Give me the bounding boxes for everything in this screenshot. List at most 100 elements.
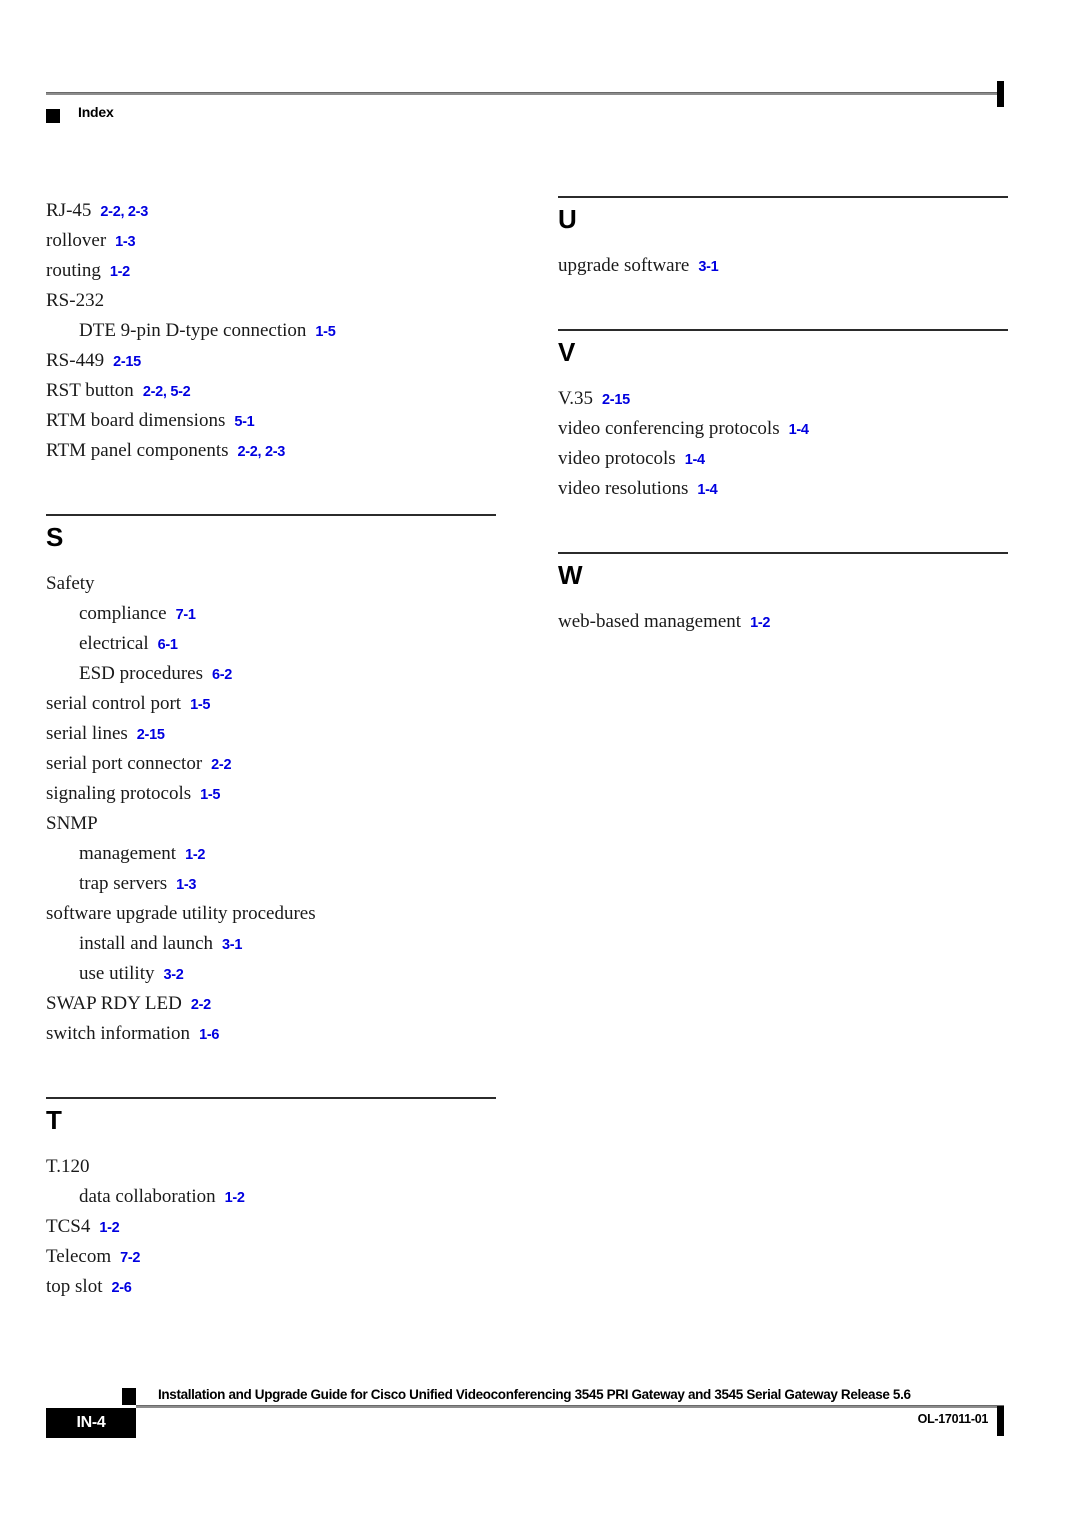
index-entry-page-link[interactable]: 2-2 <box>191 997 211 1013</box>
index-entry-term: TCS4 <box>46 1216 91 1237</box>
index-entry-term: trap servers <box>79 873 168 894</box>
index-entry-term: signaling protocols <box>46 783 192 804</box>
index-entry-term: SNMP <box>46 813 98 834</box>
index-entry-page-link[interactable]: 2-2 <box>211 757 231 773</box>
index-entry-page-link[interactable]: 1-5 <box>315 324 335 340</box>
index-column-right: Uupgrade software 3-1 V V.35 2-15 video confe… <box>558 196 1008 637</box>
index-entry-page-link[interactable]: 6-2 <box>212 667 232 683</box>
index-entry-term: RS-449 <box>46 350 105 371</box>
index-entry-list: RJ-45 2-2, 2-3 rollover 1-3 routing 1-2 RS-232… <box>46 196 496 466</box>
index-entry-page-link[interactable]: 1-6 <box>199 1027 219 1043</box>
index-entry-page-link[interactable]: 1-2 <box>750 615 770 631</box>
index-entry: web-based management 1-2 <box>558 607 1008 637</box>
index-entry-page-link[interactable]: 1-3 <box>176 877 196 893</box>
index-entry-term: management <box>79 843 177 864</box>
index-entry: install and launch 3-1 <box>46 929 496 959</box>
footer-square-bullet-icon <box>122 1388 136 1405</box>
index-entry-page-link[interactable]: 1-2 <box>99 1220 119 1236</box>
index-entry: V.35 2-15 <box>558 384 1008 414</box>
index-entry-term: compliance <box>79 603 167 624</box>
index-entry: RS-449 2-15 <box>46 346 496 376</box>
index-entry-page-link[interactable]: 1-5 <box>200 787 220 803</box>
index-entry: compliance 7-1 <box>46 599 496 629</box>
index-entry-page-link[interactable]: 1-4 <box>697 482 717 498</box>
index-entry-page-link[interactable]: 2-6 <box>111 1280 131 1296</box>
index-entry-term: SWAP RDY LED <box>46 993 182 1014</box>
index-section-u: Uupgrade software 3-1 <box>558 196 1008 281</box>
index-entry-term: data collaboration <box>79 1186 216 1207</box>
section-letter-heading: W <box>558 560 583 590</box>
index-entry-term: RS-232 <box>46 290 105 311</box>
index-entry-page-link[interactable]: 1-4 <box>685 452 705 468</box>
page-header: Index <box>46 81 1004 132</box>
index-entry-term: video resolutions <box>558 478 689 499</box>
index-entry-list: T.120 data collaboration 1-2 TCS4 1-2 Telecom… <box>46 1152 496 1302</box>
index-entry: video conferencing protocols 1-4 <box>558 414 1008 444</box>
index-entry: video protocols 1-4 <box>558 444 1008 474</box>
section-letter-heading: S <box>46 522 64 552</box>
section-divider-rule <box>46 514 496 516</box>
index-entry-page-link[interactable]: 2-2, 2-3 <box>100 204 148 220</box>
index-entry-page-link[interactable]: 1-2 <box>185 847 205 863</box>
index-entry-term: web-based management <box>558 611 742 632</box>
index-entry-page-link[interactable]: 1-4 <box>789 422 809 438</box>
index-entry-term: routing <box>46 260 101 281</box>
index-entry-page-link[interactable]: 2-2, 5-2 <box>143 384 191 400</box>
index-entry: video resolutions 1-4 <box>558 474 1008 504</box>
index-entry-page-link[interactable]: 3-1 <box>222 937 242 953</box>
index-entry-page-link[interactable]: 1-5 <box>190 697 210 713</box>
index-entry-page-link[interactable]: 2-15 <box>113 354 141 370</box>
section-divider-rule <box>558 196 1008 198</box>
index-entry: serial port connector 2-2 <box>46 749 496 779</box>
page-title: Index <box>78 104 114 120</box>
section-letter-heading: V <box>558 337 576 367</box>
index-section-s: S Safety compliance 7-1 electrical 6-1 ESD pro… <box>46 514 496 1049</box>
index-entry: trap servers 1-3 <box>46 869 496 899</box>
index-entry-term: rollover <box>46 230 107 251</box>
index-entry-page-link[interactable]: 2-15 <box>137 727 165 743</box>
index-entry-list: Safety compliance 7-1 electrical 6-1 ESD proc… <box>46 569 496 1049</box>
section-letter-heading: U <box>558 204 577 234</box>
index-entry: RST button 2-2, 5-2 <box>46 376 496 406</box>
index-entry-page-link[interactable]: 5-1 <box>234 414 254 430</box>
index-entry: signaling protocols 1-5 <box>46 779 496 809</box>
index-entry: management 1-2 <box>46 839 496 869</box>
section-divider-rule <box>558 552 1008 554</box>
index-entry-term: V.35 <box>558 388 594 409</box>
index-entry-term: electrical <box>79 633 149 654</box>
index-entry: serial lines 2-15 <box>46 719 496 749</box>
index-entry-page-link[interactable]: 2-15 <box>602 392 630 408</box>
index-entry: DTE 9-pin D-type connection 1-5 <box>46 316 496 346</box>
index-entry: top slot 2-6 <box>46 1272 496 1302</box>
footer-document-title: Installation and Upgrade Guide for Cisco… <box>158 1387 911 1402</box>
index-section-continued: RJ-45 2-2, 2-3 rollover 1-3 routing 1-2 RS-232… <box>46 196 496 466</box>
footer-rule <box>136 1405 1004 1436</box>
index-entry-page-link[interactable]: 7-2 <box>120 1250 140 1266</box>
index-entry-page-link[interactable]: 1-3 <box>115 234 135 250</box>
index-entry-page-link[interactable]: 7-1 <box>176 607 196 623</box>
index-entry-term: T.120 <box>46 1156 90 1177</box>
index-entry-page-link[interactable]: 1-2 <box>225 1190 245 1206</box>
index-entry-page-link[interactable]: 3-1 <box>698 259 718 275</box>
section-letter-heading: T <box>46 1105 62 1135</box>
index-entry: RTM board dimensions 5-1 <box>46 406 496 436</box>
index-entry-page-link[interactable]: 6-1 <box>158 637 178 653</box>
index-entry: electrical 6-1 <box>46 629 496 659</box>
index-entry-term: RTM board dimensions <box>46 410 226 431</box>
index-entry: routing 1-2 <box>46 256 496 286</box>
index-entry-term: Safety <box>46 573 95 594</box>
index-entry: software upgrade utility procedures <box>46 899 496 929</box>
index-entry: rollover 1-3 <box>46 226 496 256</box>
index-entry-page-link[interactable]: 2-2, 2-3 <box>238 444 286 460</box>
index-entry: Safety <box>46 569 496 599</box>
index-entry-term: RST button <box>46 380 134 401</box>
index-entry-page-link[interactable]: 1-2 <box>110 264 130 280</box>
square-bullet-icon <box>46 109 60 123</box>
index-entry-term: DTE 9-pin D-type connection <box>79 320 307 341</box>
header-rule <box>46 81 1004 107</box>
index-entry: RS-232 <box>46 286 496 316</box>
page-footer: Installation and Upgrade Guide for Cisco… <box>0 1387 1080 1458</box>
index-entry-term: software upgrade utility procedures <box>46 903 316 924</box>
index-entry-page-link[interactable]: 3-2 <box>163 967 183 983</box>
index-entry-term: use utility <box>79 963 155 984</box>
